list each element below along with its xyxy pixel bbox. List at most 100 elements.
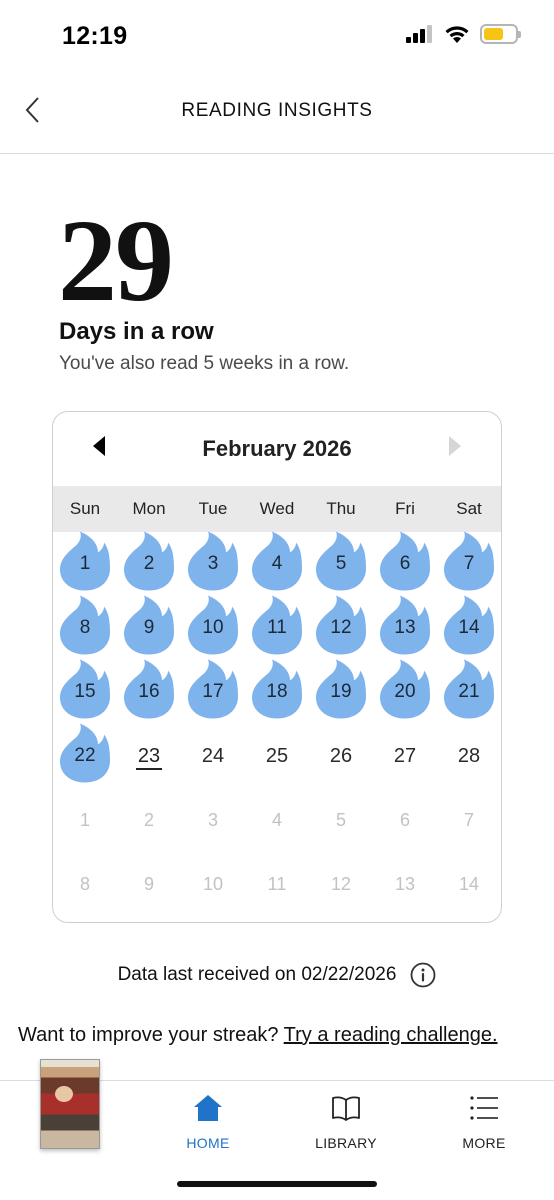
nav-library[interactable]: LIBRARY [296, 1093, 396, 1151]
calendar-day[interactable]: 20 [373, 659, 437, 724]
calendar-day-number: 4 [271, 809, 282, 830]
weekday-label: Tue [198, 499, 228, 518]
calendar-day-number: 8 [79, 617, 91, 638]
calendar-day-number: 19 [330, 681, 352, 702]
calendar-day: 10 [181, 852, 245, 916]
calendar-day: 2 [117, 788, 181, 852]
home-icon [194, 1095, 222, 1121]
calendar-day-number: 21 [458, 681, 480, 702]
calendar-day: 4 [245, 788, 309, 852]
calendar-day-number: 11 [267, 617, 287, 638]
calendar-day: 11 [245, 852, 309, 916]
reading-challenge-link[interactable]: Try a reading challenge. [284, 1024, 498, 1046]
calendar-day-number: 3 [207, 809, 218, 830]
calendar-day-number: 17 [202, 681, 224, 702]
data-received-text: Data last received on 02/22/2026 [117, 964, 397, 985]
calendar-day[interactable]: 8 [53, 595, 117, 660]
calendar-day-number: 4 [271, 553, 283, 574]
calendar-day-number: 26 [329, 744, 353, 767]
calendar-day-number: 16 [138, 681, 160, 702]
calendar-day: 3 [181, 788, 245, 852]
calendar-day[interactable]: 12 [309, 595, 373, 660]
calendar-day[interactable]: 17 [181, 659, 245, 724]
calendar-day[interactable]: 13 [373, 595, 437, 660]
calendar-day: 14 [437, 852, 501, 916]
book-icon [332, 1096, 360, 1121]
calendar-day-number: 18 [266, 681, 288, 702]
calendar-day-number: 14 [458, 617, 480, 638]
calendar-day[interactable]: 2 [117, 531, 181, 596]
calendar-day[interactable]: 10 [181, 595, 245, 660]
nav-more[interactable]: MORE [434, 1093, 534, 1151]
calendar-day-number: 7 [463, 809, 474, 830]
next-month-arrow-icon [449, 436, 461, 456]
calendar-day-number: 7 [463, 553, 475, 574]
calendar-day-number: 10 [202, 873, 224, 894]
weekday-label: Sun [69, 499, 101, 518]
calendar-day-number: 5 [335, 553, 347, 574]
nav-home[interactable]: HOME [158, 1093, 258, 1151]
calendar-day: 6 [373, 788, 437, 852]
calendar-day-number: 3 [207, 553, 219, 574]
calendar-day[interactable]: 11 [245, 595, 309, 660]
calendar-day-number: 10 [202, 617, 224, 638]
data-received-row: Data last received on 02/22/2026 [0, 962, 554, 988]
calendar-day: 12 [309, 852, 373, 916]
calendar-day: 13 [373, 852, 437, 916]
calendar-day[interactable]: 15 [53, 659, 117, 724]
calendar-day-number: 2 [143, 553, 155, 574]
calendar-day-number: 9 [143, 873, 154, 894]
info-icon[interactable] [410, 962, 436, 988]
calendar-day[interactable]: 14 [437, 595, 501, 660]
calendar-day-number: 6 [399, 809, 410, 830]
calendar-day[interactable]: 3 [181, 531, 245, 596]
calendar-day-number: 12 [330, 617, 352, 638]
improve-streak-prompt: Want to improve your streak? [18, 1024, 279, 1046]
calendar-day[interactable]: 1 [53, 531, 117, 596]
calendar-day[interactable]: 19 [309, 659, 373, 724]
calendar-day: 8 [53, 852, 117, 916]
weekday-label: Wed [259, 499, 295, 518]
home-indicator [177, 1181, 377, 1187]
calendar-day[interactable]: 26 [309, 724, 373, 788]
header: READING INSIGHTS [0, 72, 554, 154]
calendar: February 2026 Sun Mon Tue Wed Thu Fri Sa… [52, 411, 502, 923]
calendar-day-number: 20 [394, 681, 416, 702]
calendar-day[interactable]: 24 [181, 724, 245, 788]
calendar-day-number: 12 [330, 873, 352, 894]
weekday-label: Thu [326, 499, 356, 518]
nav-more-label: MORE [462, 1135, 506, 1151]
streak-subtext: You've also read 5 weeks in a row. [59, 353, 350, 374]
calendar-day-number: 22 [74, 745, 96, 766]
calendar-day[interactable]: 4 [245, 531, 309, 596]
calendar-day[interactable]: 23 [117, 724, 181, 788]
calendar-day[interactable]: 27 [373, 724, 437, 788]
calendar-day-number: 9 [143, 617, 155, 638]
menu-list-icon [470, 1096, 498, 1120]
calendar-header: February 2026 [53, 412, 501, 486]
calendar-day[interactable]: 7 [437, 531, 501, 596]
wifi-icon [445, 26, 469, 43]
calendar-day[interactable]: 21 [437, 659, 501, 724]
calendar-day[interactable]: 6 [373, 531, 437, 596]
page-title: READING INSIGHTS [181, 100, 373, 121]
calendar-day[interactable]: 5 [309, 531, 373, 596]
improve-streak-row: Want to improve your streak? Try a readi… [18, 1024, 498, 1047]
calendar-day[interactable]: 25 [245, 724, 309, 788]
calendar-day[interactable]: 18 [245, 659, 309, 724]
status-bar: 12:19 [0, 0, 554, 72]
calendar-day: 9 [117, 852, 181, 916]
calendar-day-grid: 1 2 3 4 5 6 7 8 9 10 11 12 13 14 15 16 17 18 19 20 21 22 23 24 2… [53, 531, 501, 916]
calendar-day[interactable]: 22 [53, 723, 117, 788]
calendar-day-number: 1 [79, 553, 91, 574]
nav-library-label: LIBRARY [315, 1135, 377, 1151]
calendar-day[interactable]: 9 [117, 595, 181, 660]
calendar-day-number: 6 [399, 553, 411, 574]
calendar-day[interactable]: 16 [117, 659, 181, 724]
calendar-day-number: 1 [79, 809, 90, 830]
calendar-day: 1 [53, 788, 117, 852]
nav-home-label: HOME [186, 1135, 230, 1151]
weekday-label: Sat [456, 499, 482, 518]
calendar-day[interactable]: 28 [437, 724, 501, 788]
current-book-cover[interactable] [40, 1059, 100, 1149]
